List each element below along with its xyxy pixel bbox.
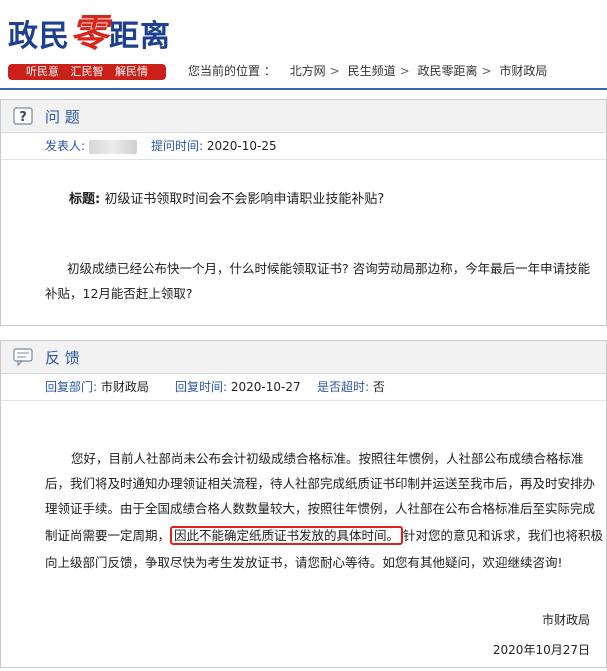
reply-time-value: 2020-10-27 — [230, 380, 301, 394]
signature-date: 2020年10月27日 — [492, 643, 590, 657]
site-header: 政民零距离 听民意 汇民智 解民情 您当前的位置 ： 北方网 > 民生频道 > 政民… — [0, 0, 607, 88]
chat-bubble-icon — [13, 348, 33, 366]
header-divider — [0, 88, 607, 90]
question-mark-icon: ? — [13, 107, 33, 125]
feedback-panel: 反 馈 回复部门: 市财政局 回复时间: 2020-10-27 是否超时: 否 … — [0, 340, 607, 668]
breadcrumb-item-minsheng[interactable]: 民生频道 — [348, 64, 396, 78]
slogan-banner: 听民意 汇民智 解民情 — [8, 64, 166, 80]
breadcrumb-item-beifang[interactable]: 北方网 — [290, 64, 326, 78]
feedback-line-1: 您好，目前人社部尚未公布会计初级成绩合格标准。按照往年惯例，人社部公布成绩合格标… — [71, 451, 584, 466]
overdue-value: 否 — [372, 380, 385, 394]
question-section-title: 问 题 — [45, 108, 80, 126]
feedback-meta: 回复部门: 市财政局 回复时间: 2020-10-27 是否超时: 否 — [1, 374, 606, 401]
feedback-line-4: 制证尚需要一定周期， 因此不能确定纸质证书发放的具体时间。 针对您的意见和诉求，我们… — [45, 526, 604, 545]
question-title: 标题: 初级证书领取时间会不会影响申请职业技能补贴? — [69, 192, 385, 207]
site-logo[interactable]: 政民零距离 — [8, 14, 171, 54]
breadcrumb: 您当前的位置 ： 北方网 > 民生频道 > 政民零距离 > 市财政局 — [188, 64, 548, 78]
breadcrumb-item-zhengmin[interactable]: 政民零距离 — [417, 64, 477, 78]
highlighted-sentence: 因此不能确定纸质证书发放的具体时间。 — [170, 526, 404, 545]
svg-text:?: ? — [19, 110, 27, 125]
breadcrumb-label: 您当前的位置 ： — [188, 64, 276, 78]
ask-time-value: 2020-10-25 — [206, 139, 277, 153]
question-body-line-1: 初级成绩已经公布快一个月，什么时候能领取证书? 咨询劳动局那边称，今年最后一年申… — [67, 261, 591, 276]
reply-dept-label: 回复部门: — [45, 380, 98, 394]
question-meta: 发表人: 提问时间: 2020-10-25 — [1, 133, 606, 160]
question-header: ? 问 题 — [1, 100, 606, 133]
feedback-line-2: 后，我们将及时通知办理领证相关流程，待人社部完成纸质证书印制并运送至我市后，再及… — [45, 476, 596, 491]
reply-dept-value: 市财政局 — [100, 380, 149, 394]
poster-label: 发表人: — [45, 139, 86, 153]
breadcrumb-item-caizheng[interactable]: 市财政局 — [499, 64, 547, 78]
feedback-section-title: 反 馈 — [45, 349, 80, 367]
ask-time-label: 提问时间: — [151, 139, 204, 153]
signature: 市财政局 — [541, 613, 590, 627]
poster-name-blurred — [89, 139, 138, 154]
feedback-line-3: 理领证手续。由于全国成绩合格人数数量较大，按照往年惯例，人社部在公布合格标准后至… — [45, 501, 596, 516]
question-body-line-2: 补贴，12月能否赶上领取? — [45, 286, 193, 301]
feedback-line-5: 向上级部门反馈，争取尽快为考生发放证书，请您耐心等待。如您有其他疑问，欢迎继续咨… — [45, 555, 563, 570]
feedback-header: 反 馈 — [1, 341, 606, 374]
question-panel: ? 问 题 发表人: 提问时间: 2020-10-25 标题: 初级证书领取时间… — [0, 99, 607, 326]
overdue-label: 是否超时: — [317, 380, 370, 394]
reply-time-label: 回复时间: — [175, 380, 228, 394]
